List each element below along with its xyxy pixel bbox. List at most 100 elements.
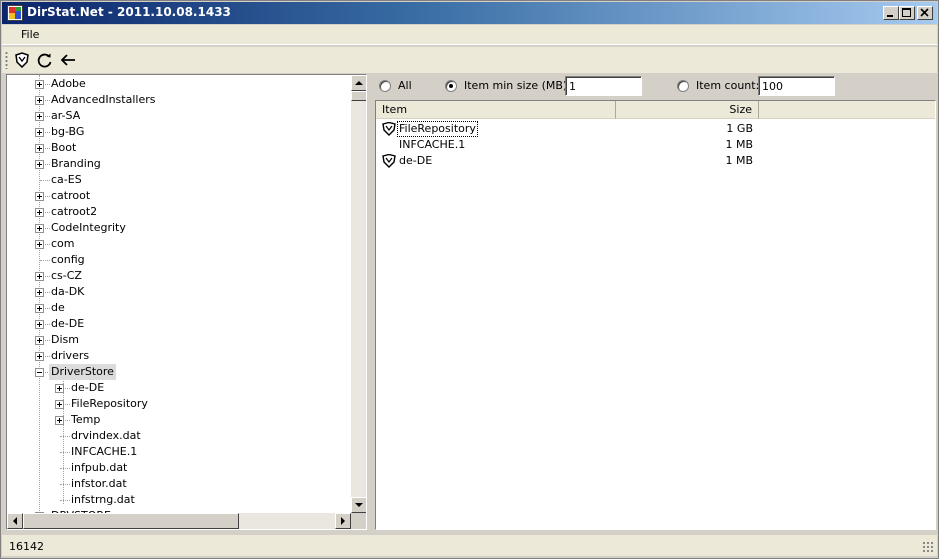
tree-item[interactable]: drvindex.dat [7,428,351,444]
tree-item[interactable]: Temp [7,412,351,428]
tree-item[interactable]: de-DE [7,316,351,332]
expand-icon[interactable] [35,160,44,169]
tree-item-label: INFCACHE.1 [71,445,138,458]
tree-item-label: bg-BG [51,125,85,138]
tree-item[interactable]: da-DK [7,284,351,300]
tree-horizontal-scroll-thumb[interactable] [23,513,239,529]
size-grip[interactable] [922,541,934,553]
expand-icon[interactable] [35,320,44,329]
expand-icon[interactable] [35,272,44,281]
shield-icon [382,122,396,136]
collapse-icon[interactable] [35,368,44,377]
expand-icon[interactable] [55,400,64,409]
tree-item[interactable]: catroot2 [7,204,351,220]
radio-min-size[interactable]: Item min size (MB): [445,78,571,94]
tree-content: Adobe AdvancedInstallers ar-SA bg-BG Boot Bra… [7,75,351,513]
expand-icon[interactable] [35,208,44,217]
list-item[interactable]: FileRepository 1 GB [376,121,935,137]
list-item-size: 1 MB [725,138,753,151]
maximize-icon [902,8,911,17]
tree-item-label: catroot2 [51,205,98,218]
item-count-input[interactable]: 100 [758,76,835,96]
expand-icon[interactable] [35,336,44,345]
toolbar [2,47,937,73]
expand-icon[interactable] [35,304,44,313]
expand-icon[interactable] [35,224,44,233]
expand-icon[interactable] [35,192,44,201]
tree-item[interactable]: infpub.dat [7,460,351,476]
tree-item[interactable]: ar-SA [7,108,351,124]
tree-item[interactable]: com [7,236,351,252]
expand-icon[interactable] [35,352,44,361]
tree-item[interactable]: Branding [7,156,351,172]
refresh-button[interactable] [35,50,55,70]
radio-min-size-label: Item min size (MB): [464,79,571,92]
tree-item[interactable]: FileRepository [7,396,351,412]
menu-file[interactable]: File [15,28,45,41]
expand-icon[interactable] [55,384,64,393]
tree-item[interactable]: catroot [7,188,351,204]
tree-vertical-scroll-thumb[interactable] [351,91,366,101]
expand-icon[interactable] [35,80,44,89]
tree-item[interactable]: Dism [7,332,351,348]
tree-item-label: DriverStore [49,364,116,380]
scroll-right-button[interactable] [335,513,351,529]
back-button[interactable] [58,50,78,70]
scroll-up-button[interactable] [351,75,366,91]
scroll-down-button[interactable] [351,497,366,513]
scan-button[interactable] [12,50,32,70]
tree-item[interactable]: AdvancedInstallers [7,92,351,108]
radio-all[interactable]: All [379,78,439,94]
expand-icon[interactable] [35,240,44,249]
column-header-item[interactable]: Item [376,101,616,119]
scroll-left-button[interactable] [7,513,23,529]
radio-item-count[interactable]: Item count: [677,78,760,94]
tree-item-label: drivers [51,349,90,362]
menu-bar: File [2,25,937,45]
radio-item-count-button[interactable] [677,80,689,92]
item-list[interactable]: Item Size FileRepository 1 GB INFCACHE.1 1 … [375,100,936,530]
expand-icon[interactable] [55,416,64,425]
tree-item[interactable]: bg-BG [7,124,351,140]
radio-all-button[interactable] [379,80,391,92]
shield-icon [382,154,396,168]
tree-item[interactable]: infstor.dat [7,476,351,492]
tree-item[interactable]: cs-CZ [7,268,351,284]
expand-icon[interactable] [35,96,44,105]
tree-item[interactable]: drivers [7,348,351,364]
tree-item-label: AdvancedInstallers [51,93,156,106]
column-header-size[interactable]: Size [616,101,759,119]
tree-item[interactable]: config [7,252,351,268]
tree-item[interactable]: de [7,300,351,316]
tree-vertical-scrollbar[interactable] [351,75,366,513]
tree-item[interactable]: DriverStore [7,364,351,380]
list-item-name: FileRepository [397,121,478,137]
tree-item-label: infpub.dat [71,461,128,474]
tree-item[interactable]: infstrng.dat [7,492,351,508]
min-size-input[interactable]: 1 [565,76,642,96]
radio-item-count-label: Item count: [696,79,760,92]
tree-item[interactable]: INFCACHE.1 [7,444,351,460]
expand-icon[interactable] [35,112,44,121]
folder-tree[interactable]: Adobe AdvancedInstallers ar-SA bg-BG Boot Bra… [6,74,367,530]
list-item[interactable]: INFCACHE.1 1 MB [376,137,935,153]
title-bar[interactable]: DirStat.Net - 2011.10.08.1433 [2,2,937,24]
radio-min-size-button[interactable] [445,80,457,92]
expand-icon[interactable] [35,128,44,137]
tree-item[interactable]: ca-ES [7,172,351,188]
tree-item-label: Temp [71,413,101,426]
expand-icon[interactable] [35,144,44,153]
tree-item[interactable]: de-DE [7,380,351,396]
tree-item[interactable]: Adobe [7,76,351,92]
maximize-button[interactable] [899,6,915,20]
expand-icon[interactable] [35,288,44,297]
toolbar-grip[interactable] [5,51,8,69]
tree-item[interactable]: Boot [7,140,351,156]
tree-item-label: Branding [51,157,101,170]
list-item[interactable]: de-DE 1 MB [376,153,935,169]
tree-item[interactable]: CodeIntegrity [7,220,351,236]
window-title: DirStat.Net - 2011.10.08.1433 [27,5,231,19]
minimize-button[interactable] [883,6,899,20]
close-button[interactable] [917,6,933,20]
tree-horizontal-scrollbar[interactable] [7,513,351,529]
